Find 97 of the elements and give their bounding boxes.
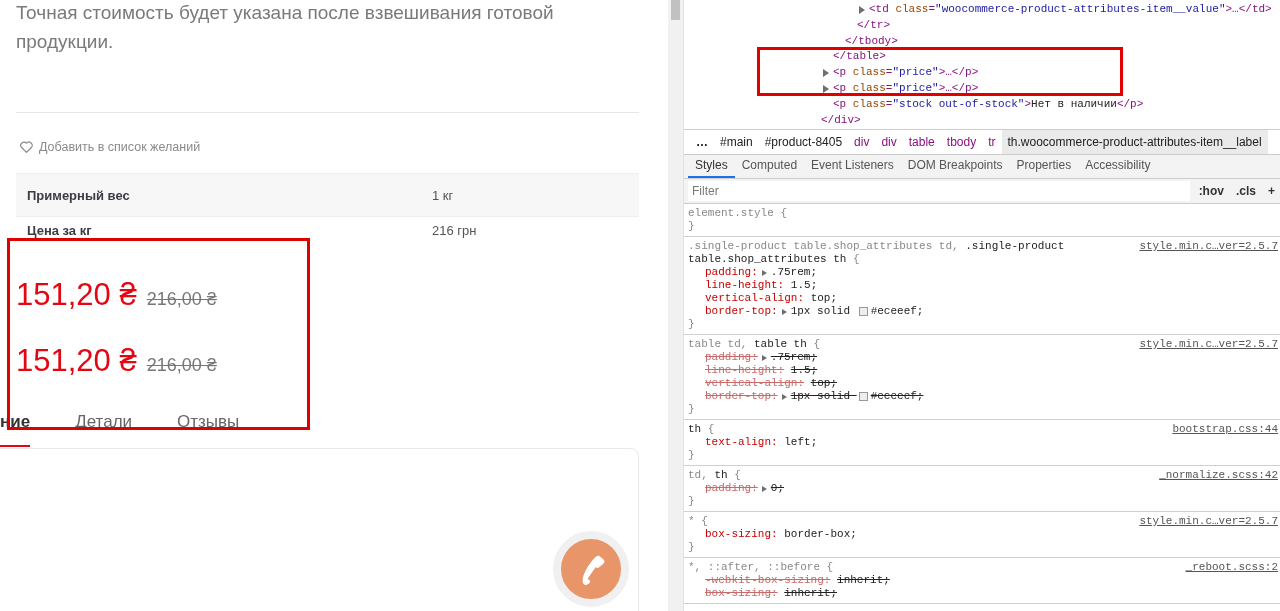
dom-line[interactable]: <td class="woocommerce-product-attributes-item__value">…</td> xyxy=(684,2,1280,18)
property-value[interactable]: .75rem; xyxy=(770,351,818,364)
expand-arrow-icon[interactable] xyxy=(781,393,787,400)
property-value[interactable]: border-box; xyxy=(784,528,857,541)
breadcrumb-item[interactable]: div xyxy=(875,130,903,154)
property-value[interactable]: #eceeef; xyxy=(870,390,924,403)
attribute-value: 216 грн xyxy=(432,223,477,238)
source-link[interactable]: bootstrap.css:44 xyxy=(1172,423,1278,436)
rule-brace: } xyxy=(688,318,696,331)
expand-arrow-icon[interactable] xyxy=(859,5,865,14)
rule-selector: * { xyxy=(688,515,708,528)
property-value[interactable]: left; xyxy=(784,436,818,449)
property-value[interactable]: inherit; xyxy=(784,587,838,600)
scrollbar-thumb[interactable] xyxy=(671,0,680,20)
source-link[interactable]: style.min.c…ver=2.5.7 xyxy=(1139,240,1278,266)
regular-price: 216,00 ₴ xyxy=(146,355,217,376)
property-name[interactable]: vertical-align: xyxy=(705,292,805,305)
attribute-label: Примерный вес xyxy=(26,187,131,203)
expand-arrow-icon[interactable] xyxy=(761,354,767,361)
property-value[interactable]: top; xyxy=(810,377,838,390)
property-value[interactable]: 1px solid xyxy=(790,305,857,318)
rule-selector: th { xyxy=(688,423,715,436)
property-value[interactable]: 0; xyxy=(770,482,784,495)
property-name[interactable]: box-sizing: xyxy=(705,587,778,600)
property-name[interactable]: text-align: xyxy=(705,436,778,449)
panel-tab[interactable]: Accessibility xyxy=(1078,155,1158,178)
property-name[interactable]: -webkit-box-sizing: xyxy=(705,574,831,587)
property-value[interactable]: 1.5; xyxy=(790,279,818,292)
regular-price: 216,00 ₴ xyxy=(146,289,217,310)
rule-selector: *, ::after, ::before { xyxy=(688,561,834,574)
breadcrumb-item[interactable]: table xyxy=(902,130,941,154)
sale-price: 151,20 ₴ xyxy=(16,342,137,380)
expand-arrow-icon[interactable] xyxy=(761,269,767,276)
rule-selector: td, th { xyxy=(688,469,741,482)
breadcrumb-item[interactable]: tr xyxy=(982,130,1002,154)
expand-arrow-icon[interactable] xyxy=(823,84,829,93)
breadcrumb-item[interactable]: div xyxy=(848,130,876,154)
dom-line[interactable]: <p class="price">…</p> xyxy=(684,81,1280,97)
property-value[interactable]: 1.5; xyxy=(790,364,818,377)
attribute-value: 1 кг xyxy=(432,187,454,203)
dom-line[interactable]: <p class="stock out-of-stock">Нет в наличии</p> xyxy=(684,96,1280,113)
tab[interactable]: Детали xyxy=(75,412,133,447)
panel-tab[interactable]: Properties xyxy=(1009,155,1079,178)
rule-selector: .single-product table.shop_attributes td, .single-product table.shop_attributes th { xyxy=(688,240,1066,266)
breadcrumb-item[interactable]: th.woocommerce-product-attributes-item__label xyxy=(1001,130,1268,154)
sale-price: 151,20 ₴ xyxy=(16,276,137,314)
panel-tab[interactable]: DOM Breakpoints xyxy=(900,155,1010,178)
dom-line[interactable]: <p class="price">…</p> xyxy=(684,65,1280,81)
breadcrumb-item[interactable]: #main xyxy=(714,130,759,154)
rule-brace: } xyxy=(688,495,696,508)
property-name[interactable]: box-sizing: xyxy=(705,528,778,541)
toolbar-button[interactable]: :hov xyxy=(1195,184,1227,198)
heart-icon xyxy=(20,141,33,153)
property-name[interactable]: padding: xyxy=(705,482,758,495)
property-name[interactable]: padding: xyxy=(705,351,758,364)
rule-brace: } xyxy=(688,449,696,462)
property-name[interactable]: line-height: xyxy=(705,279,785,292)
source-link[interactable]: _normalize.scss:42 xyxy=(1159,469,1278,482)
description-text: Точная стоимость будет указана после взвешивания готовой продукции. xyxy=(15,1,555,54)
property-name[interactable]: padding: xyxy=(705,266,758,279)
rule-selector: table td, table th { xyxy=(688,338,821,351)
property-value[interactable]: .75rem; xyxy=(770,266,818,279)
panel-tab[interactable]: Computed xyxy=(734,155,805,178)
rule-selector: element.style { xyxy=(688,207,788,220)
source-link[interactable]: _reboot.scss:2 xyxy=(1185,561,1278,574)
rule-brace: } xyxy=(688,541,696,554)
dom-line[interactable]: </div> xyxy=(684,112,1280,129)
toolbar-button[interactable]: .cls xyxy=(1232,184,1259,198)
expand-arrow-icon[interactable] xyxy=(761,485,767,492)
breadcrumb-item[interactable]: #product-8405 xyxy=(758,130,849,154)
expand-arrow-icon[interactable] xyxy=(823,69,829,78)
rule-brace: } xyxy=(688,403,696,416)
source-link[interactable]: style.min.c…ver=2.5.7 xyxy=(1139,515,1278,528)
property-name[interactable]: border-top: xyxy=(705,305,778,318)
dom-line[interactable]: </tbody> xyxy=(684,33,1280,50)
color-swatch[interactable] xyxy=(858,307,868,316)
attribute-label: Цена за кг xyxy=(26,223,93,238)
dom-line[interactable]: </table> xyxy=(684,49,1280,66)
tab[interactable]: Отзывы xyxy=(177,412,240,447)
property-value[interactable]: #eceeef; xyxy=(870,305,924,318)
property-value[interactable]: inherit; xyxy=(837,574,890,587)
property-name[interactable]: border-top: xyxy=(705,390,778,403)
property-name[interactable]: vertical-align: xyxy=(705,377,805,390)
filter-field[interactable]: Filter xyxy=(688,181,1190,201)
source-link[interactable]: style.min.c…ver=2.5.7 xyxy=(1139,338,1278,351)
color-swatch[interactable] xyxy=(858,392,868,401)
breadcrumb-item[interactable]: … xyxy=(690,130,714,154)
rule-brace: } xyxy=(688,220,696,233)
property-value[interactable]: top; xyxy=(810,292,838,305)
panel-tab[interactable]: Event Listeners xyxy=(804,155,901,178)
property-value[interactable]: 1px solid xyxy=(790,390,857,403)
dom-line[interactable]: </tr> xyxy=(684,17,1280,34)
toolbar-button[interactable]: + xyxy=(1265,184,1278,198)
wishlist-link[interactable]: Добавить в список желаний xyxy=(20,140,201,154)
property-name[interactable]: line-height: xyxy=(705,364,785,377)
breadcrumb-item[interactable]: tbody xyxy=(940,130,983,154)
expand-arrow-icon[interactable] xyxy=(781,308,787,315)
